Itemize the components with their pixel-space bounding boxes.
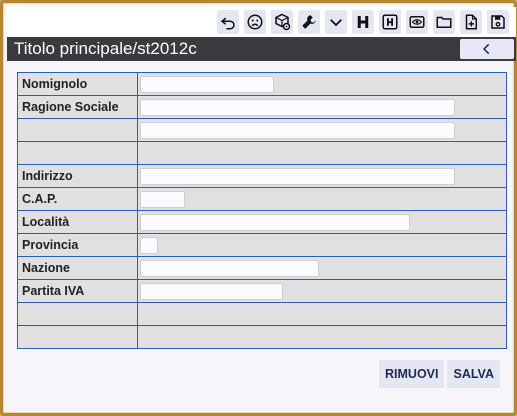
form-row-localita: Località bbox=[17, 210, 507, 234]
boxed-h-icon bbox=[382, 14, 398, 30]
indirizzo-input[interactable] bbox=[140, 167, 455, 185]
chevron-left-icon bbox=[483, 43, 490, 55]
localita-input[interactable] bbox=[140, 213, 410, 231]
label-provincia: Provincia bbox=[17, 233, 138, 257]
field-cell-ragione-sociale bbox=[137, 95, 507, 119]
wrench-icon bbox=[302, 15, 316, 29]
chevron-down-icon bbox=[330, 19, 342, 27]
field-cell-localita bbox=[137, 210, 507, 234]
save-icon bbox=[491, 15, 505, 29]
new-file-icon bbox=[465, 14, 477, 30]
form-row-ragione-sociale-2 bbox=[17, 118, 507, 142]
label-empty bbox=[17, 302, 138, 326]
sad-face-icon bbox=[247, 14, 263, 30]
new-file-button[interactable] bbox=[460, 10, 482, 34]
boxed-h-button[interactable] bbox=[379, 10, 401, 34]
title-bar: Titolo principale/st2012c bbox=[7, 37, 516, 61]
open-folder-button[interactable] bbox=[433, 10, 455, 34]
field-cell-blank bbox=[137, 141, 507, 165]
nazione-input[interactable] bbox=[140, 259, 319, 277]
action-bar: RIMUOVI SALVA bbox=[379, 360, 500, 388]
ragione-sociale-2-input[interactable] bbox=[140, 121, 455, 139]
cap-input[interactable] bbox=[140, 190, 185, 208]
label-ragione-sociale: Ragione Sociale bbox=[17, 95, 138, 119]
form-row-nomignolo: Nomignolo bbox=[17, 72, 507, 96]
field-cell-partita-iva bbox=[137, 279, 507, 303]
record-form: Nomignolo Ragione Sociale Indirizzo C.A.… bbox=[17, 72, 507, 349]
toolbar bbox=[7, 7, 516, 37]
label-localita: Località bbox=[17, 210, 138, 234]
form-row-indirizzo: Indirizzo bbox=[17, 164, 507, 188]
form-row-blank bbox=[17, 302, 507, 326]
label-nazione: Nazione bbox=[17, 256, 138, 280]
field-cell-provincia bbox=[137, 233, 507, 257]
remove-button[interactable]: RIMUOVI bbox=[379, 360, 445, 388]
bold-h-icon bbox=[357, 16, 369, 28]
field-cell-blank bbox=[137, 302, 507, 326]
label-empty bbox=[17, 325, 138, 349]
save-toolbar-button[interactable] bbox=[487, 10, 509, 34]
field-cell-cap bbox=[137, 187, 507, 211]
label-indirizzo: Indirizzo bbox=[17, 164, 138, 188]
label-nomignolo: Nomignolo bbox=[17, 72, 138, 96]
form-row-blank bbox=[17, 141, 507, 165]
undo-button[interactable] bbox=[217, 10, 239, 34]
back-button[interactable] bbox=[460, 39, 514, 59]
undo-icon bbox=[220, 17, 235, 30]
eye-icon bbox=[409, 16, 425, 28]
app-window: Titolo principale/st2012c Nomignolo Ragi… bbox=[0, 0, 517, 416]
label-cap: C.A.P. bbox=[17, 187, 138, 211]
label-empty bbox=[17, 141, 138, 165]
nomignolo-input[interactable] bbox=[140, 75, 274, 93]
field-cell-blank bbox=[137, 325, 507, 349]
field-cell-indirizzo bbox=[137, 164, 507, 188]
field-cell-nazione bbox=[137, 256, 507, 280]
package-settings-icon bbox=[275, 13, 291, 31]
page-title: Titolo principale/st2012c bbox=[14, 39, 197, 58]
bold-h-button[interactable] bbox=[352, 10, 374, 34]
sad-face-button[interactable] bbox=[244, 10, 266, 34]
form-row-cap: C.A.P. bbox=[17, 187, 507, 211]
field-cell-nomignolo bbox=[137, 72, 507, 96]
package-settings-button[interactable] bbox=[271, 10, 293, 34]
label-partita-iva: Partita IVA bbox=[17, 279, 138, 303]
form-row-provincia: Provincia bbox=[17, 233, 507, 257]
form-row-partita-iva: Partita IVA bbox=[17, 279, 507, 303]
dropdown-button[interactable] bbox=[325, 10, 347, 34]
form-row-nazione: Nazione bbox=[17, 256, 507, 280]
field-cell-ragione-sociale-2 bbox=[137, 118, 507, 142]
wrench-button[interactable] bbox=[298, 10, 320, 34]
preview-button[interactable] bbox=[406, 10, 428, 34]
partita-iva-input[interactable] bbox=[140, 282, 283, 300]
form-row-blank bbox=[17, 325, 507, 349]
form-row-ragione-sociale: Ragione Sociale bbox=[17, 95, 507, 119]
folder-icon bbox=[436, 16, 452, 28]
ragione-sociale-input[interactable] bbox=[140, 98, 455, 116]
label-empty bbox=[17, 118, 138, 142]
save-button[interactable]: SALVA bbox=[447, 360, 500, 388]
provincia-input[interactable] bbox=[140, 236, 158, 254]
